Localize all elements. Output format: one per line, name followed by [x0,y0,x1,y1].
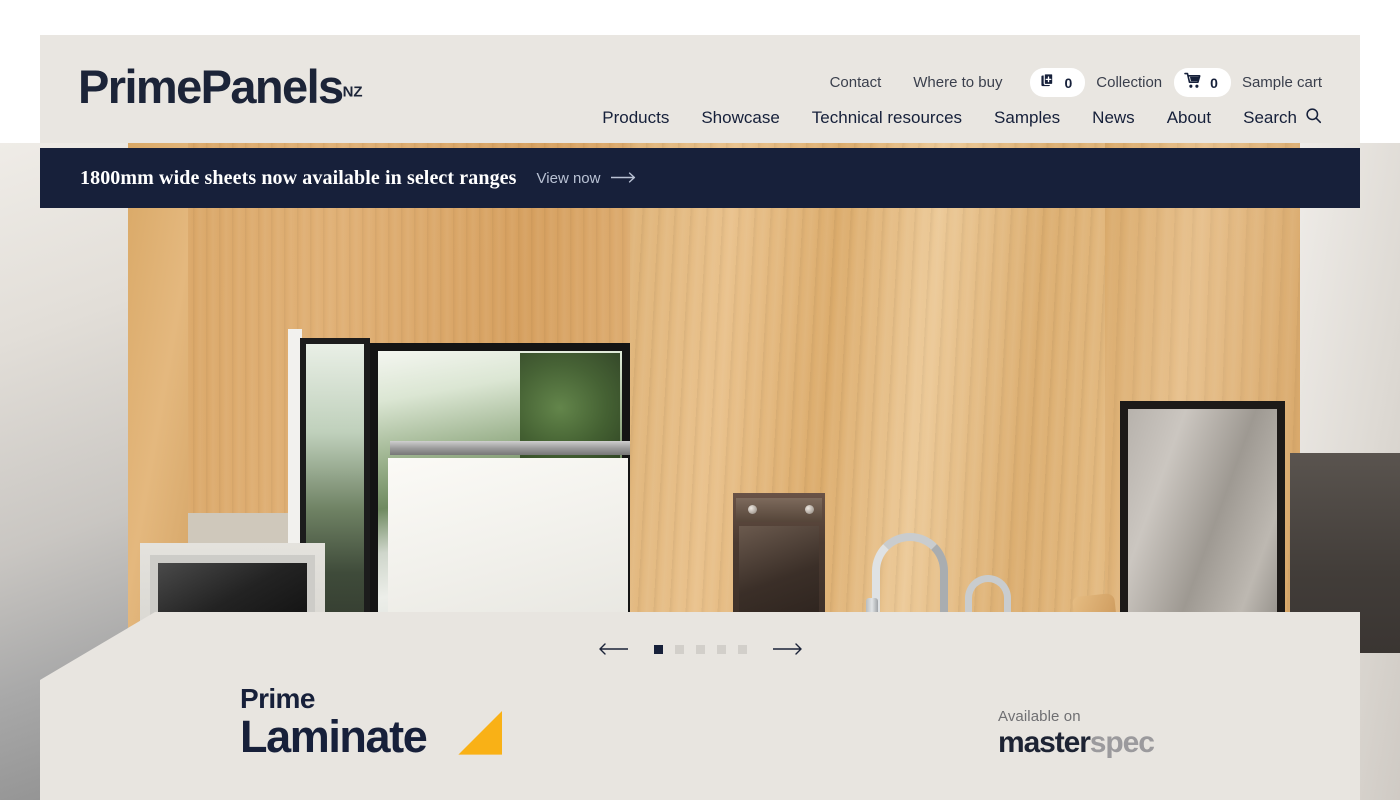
photo-oven-knob [748,505,757,514]
sample-cart-label[interactable]: Sample cart [1231,74,1322,91]
product-brand-block[interactable]: Prime Laminate [240,683,503,763]
sample-cart-count: 0 [1210,74,1218,91]
collection-label[interactable]: Collection [1085,74,1162,91]
utility-nav: Contact Where to buy 0 Collection 0 Samp… [814,68,1322,97]
masterspec-word-master: master [998,726,1091,759]
nav-item-search[interactable]: Search [1227,107,1322,129]
nav-search-label: Search [1243,108,1297,127]
logo-wordmark: PrimePanels [78,60,344,113]
photo-oven-knob [805,505,814,514]
announcement-banner: 1800mm wide sheets now available in sele… [40,148,1360,208]
brand-triangle-icon [458,710,503,755]
nav-item-showcase[interactable]: Showcase [685,108,795,128]
carousel-dot-5[interactable] [737,645,747,654]
product-brand-text: Prime Laminate [240,683,428,763]
collection-add-icon [1040,72,1057,93]
site-header: PrimePanelsNZ Contact Where to buy 0 Col… [40,35,1360,143]
masterspec-logo: masterspec [998,726,1155,759]
sample-cart-badge[interactable]: 0 [1174,68,1231,97]
carousel-dot-3[interactable] [695,645,705,654]
carousel-dot-4[interactable] [716,645,726,654]
carousel-dot-1[interactable] [653,645,663,654]
masterspec-word-spec: spec [1089,726,1155,759]
arrow-right-icon [610,170,637,187]
masterspec-available-label: Available on [998,708,1081,725]
shopping-cart-icon [1184,72,1203,93]
carousel-next-button[interactable] [767,640,809,659]
carousel-prev-button[interactable] [592,640,634,659]
logo-country-suffix: NZ [342,83,363,101]
carousel-dots [653,645,747,654]
search-icon [1305,107,1322,129]
announcement-text: 1800mm wide sheets now available in sele… [80,166,517,189]
utility-link-where-to-buy[interactable]: Where to buy [897,74,1018,91]
announcement-cta-label: View now [536,169,601,187]
carousel-dot-2[interactable] [674,645,684,654]
collection-count: 0 [1064,74,1073,91]
primary-nav: Products Showcase Technical resources Sa… [586,107,1322,129]
site-logo[interactable]: PrimePanelsNZ [78,63,363,110]
announcement-cta[interactable]: View now [537,170,638,187]
product-brand-line1: Prime [240,683,315,714]
collection-badge[interactable]: 0 [1030,68,1086,97]
nav-item-technical-resources[interactable]: Technical resources [796,108,978,128]
masterspec-block[interactable]: Available on masterspec [998,708,1155,759]
nav-item-products[interactable]: Products [586,108,685,128]
nav-item-samples[interactable]: Samples [978,108,1076,128]
photo-rangehood [390,441,630,455]
product-brand-line2: Laminate [240,711,428,763]
utility-link-contact[interactable]: Contact [814,74,898,91]
photo-fridge-door [1128,409,1277,641]
carousel-controls [0,640,1400,659]
nav-item-about[interactable]: About [1151,108,1227,128]
nav-item-news[interactable]: News [1076,108,1151,128]
